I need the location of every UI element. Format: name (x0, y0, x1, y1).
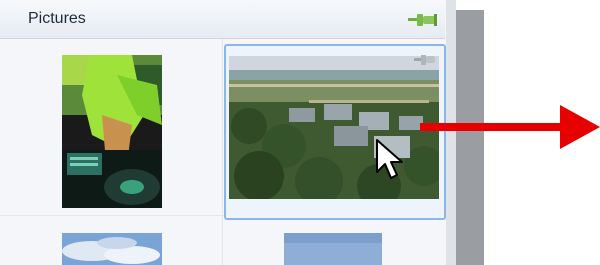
pin-icon[interactable] (414, 52, 438, 68)
thumbnail-aerial-houses[interactable] (229, 56, 439, 199)
panel-header: Pictures (0, 0, 445, 39)
thumbnail-sky-clouds[interactable] (62, 233, 162, 265)
pictures-panel: Pictures (0, 0, 456, 265)
red-arrow-icon (420, 105, 600, 149)
screenshot-stage: Pictures (0, 0, 600, 265)
thumbnail-blue-sky[interactable] (284, 233, 382, 265)
thumbnail-dj-photo[interactable] (62, 55, 162, 208)
sky-clouds-image (62, 233, 162, 265)
aerial-houses-image (229, 56, 439, 199)
panel-title: Pictures (28, 10, 86, 27)
dj-photo-image (62, 55, 162, 208)
pin-icon[interactable] (408, 11, 438, 29)
grid-divider (222, 39, 223, 265)
mouse-pointer-icon (376, 139, 403, 179)
blue-sky-image (284, 233, 382, 265)
